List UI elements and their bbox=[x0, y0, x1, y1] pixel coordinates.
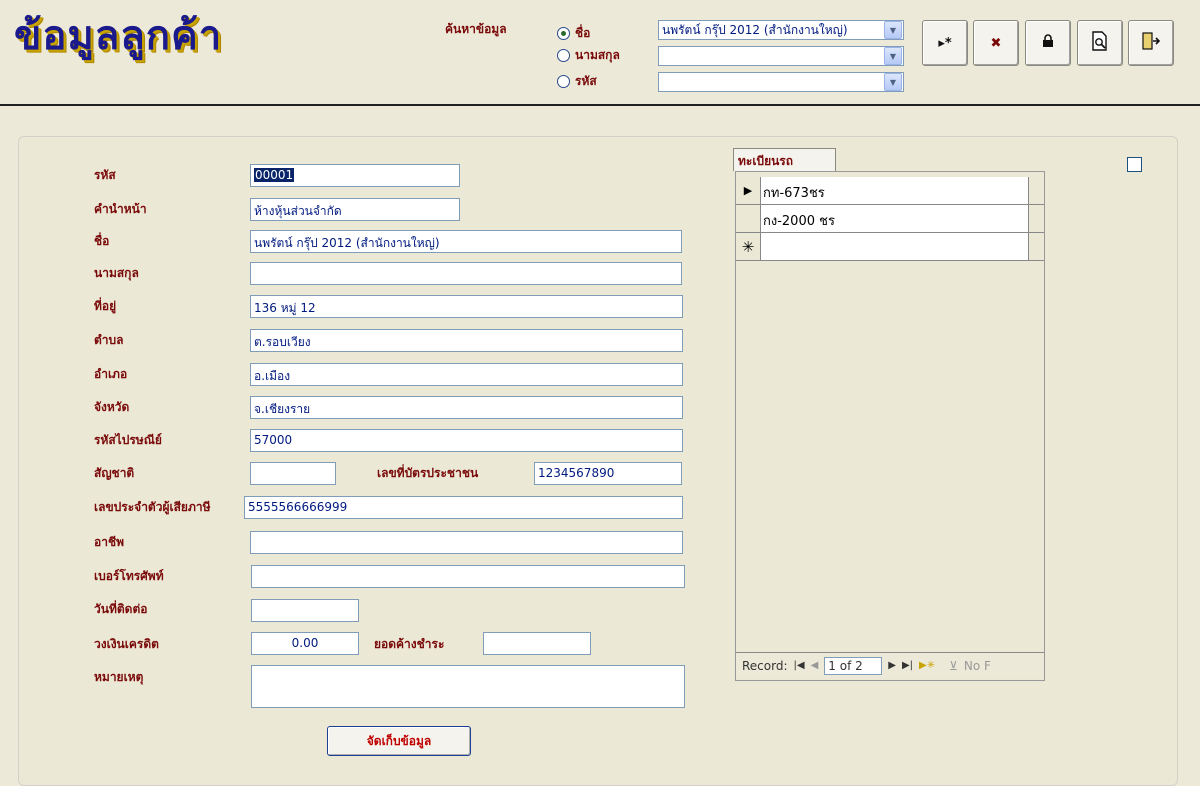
save-button[interactable]: จัดเก็บข้อมูล bbox=[327, 726, 471, 756]
record-selector[interactable] bbox=[736, 205, 761, 232]
code-field[interactable]: 00001 bbox=[250, 164, 460, 187]
search-label: ค้นหาข้อมูล bbox=[445, 22, 507, 36]
checkbox[interactable] bbox=[1127, 157, 1142, 172]
name-label: ชื่อ bbox=[94, 234, 110, 248]
search-by-name-radio[interactable]: ชื่อ bbox=[557, 24, 590, 43]
chevron-down-icon[interactable]: ▼ bbox=[884, 73, 902, 91]
header-divider bbox=[0, 104, 1200, 106]
search-by-surname-radio[interactable]: นามสกุล bbox=[557, 46, 620, 65]
taxid-label: เลขประจำตัวผู้เสียภาษี bbox=[94, 500, 211, 514]
lock-button[interactable] bbox=[1025, 20, 1071, 66]
code-value: 00001 bbox=[254, 168, 295, 182]
nationality-field[interactable] bbox=[250, 462, 336, 485]
new-record-row[interactable]: ✳ bbox=[736, 233, 1044, 261]
note-field[interactable] bbox=[251, 665, 685, 708]
row-value[interactable]: กท-673ชร bbox=[761, 177, 1029, 204]
credit-field[interactable]: 0.00 bbox=[251, 632, 359, 655]
radio-label: นามสกุล bbox=[575, 48, 620, 62]
exit-icon bbox=[1141, 31, 1161, 55]
name-field[interactable]: นพรัตน์ กรุ๊ป 2012 (สำนักงานใหญ่) bbox=[250, 230, 682, 253]
district-field[interactable]: อ.เมือง bbox=[250, 363, 683, 386]
print-preview-icon bbox=[1091, 31, 1109, 55]
chevron-down-icon[interactable]: ▼ bbox=[884, 21, 902, 39]
new-row-asterisk-icon: ✳ bbox=[736, 233, 761, 260]
nationality-label: สัญชาติ bbox=[94, 466, 135, 480]
radio-checked-icon[interactable] bbox=[557, 27, 570, 40]
vehicle-registration-subform: ▶ กท-673ชร กง-2000 ชร ✳ bbox=[735, 171, 1045, 681]
balance-label: ยอดค้างชำระ bbox=[374, 637, 445, 651]
search-name-combo[interactable]: นพรัตน์ กรุ๊ป 2012 (สำนักงานใหญ่) ▼ bbox=[658, 20, 904, 40]
taxid-field[interactable]: 5555566666999 bbox=[244, 496, 683, 519]
occupation-field[interactable] bbox=[250, 531, 683, 554]
radio-label: รหัส bbox=[575, 74, 597, 88]
contact-date-label: วันที่ติดต่อ bbox=[94, 602, 148, 616]
current-record-icon: ▶ bbox=[736, 177, 761, 204]
last-record-icon[interactable]: ▶| bbox=[902, 660, 913, 671]
idcard-field[interactable]: 1234567890 bbox=[534, 462, 682, 485]
radio-label: ชื่อ bbox=[575, 26, 591, 40]
radio-unchecked-icon[interactable] bbox=[557, 49, 570, 62]
postcode-label: รหัสไปรษณีย์ bbox=[94, 433, 162, 447]
chevron-down-icon[interactable]: ▼ bbox=[884, 47, 902, 65]
next-record-icon[interactable]: ▶ bbox=[888, 660, 896, 671]
new-row-value[interactable] bbox=[761, 233, 1029, 260]
postcode-field[interactable]: 57000 bbox=[250, 429, 683, 452]
surname-field[interactable] bbox=[250, 262, 682, 285]
surname-label: นามสกุล bbox=[94, 266, 139, 280]
print-preview-button[interactable] bbox=[1077, 20, 1123, 66]
new-record-nav-icon[interactable]: ▶✳ bbox=[919, 660, 935, 671]
previous-record-icon[interactable]: ◀ bbox=[811, 660, 819, 671]
vehicle-registration-tab[interactable]: ทะเบียนรถ bbox=[733, 148, 836, 171]
record-label: Record: bbox=[742, 658, 788, 673]
lock-icon bbox=[1042, 34, 1054, 52]
district-label: อำเภอ bbox=[94, 367, 128, 381]
balance-field[interactable] bbox=[483, 632, 591, 655]
phone-field[interactable] bbox=[251, 565, 685, 588]
row-value[interactable]: กง-2000 ชร bbox=[761, 205, 1029, 232]
record-position-field[interactable]: 1 of 2 bbox=[824, 656, 883, 675]
page-title: ข้อมูลลูกค้า bbox=[14, 12, 223, 59]
idcard-label: เลขที่บัตรประชาชน bbox=[377, 466, 479, 480]
radio-unchecked-icon[interactable] bbox=[557, 75, 570, 88]
credit-label: วงเงินเครดิต bbox=[94, 637, 159, 651]
delete-record-button[interactable]: ✖ bbox=[973, 20, 1019, 66]
contact-date-field[interactable] bbox=[251, 599, 359, 622]
table-row[interactable]: ▶ กท-673ชร bbox=[736, 177, 1044, 205]
prefix-label: คำนำหน้า bbox=[94, 202, 147, 216]
table-row[interactable]: กง-2000 ชร bbox=[736, 205, 1044, 233]
new-record-button[interactable]: ▸* bbox=[922, 20, 968, 66]
search-surname-combo[interactable]: ▼ bbox=[658, 46, 904, 66]
combo-value: นพรัตน์ กรุ๊ป 2012 (สำนักงานใหญ่) bbox=[662, 22, 848, 37]
code-label: รหัส bbox=[94, 168, 116, 182]
first-record-icon[interactable]: |◀ bbox=[794, 660, 805, 671]
record-navigation-bar: Record: |◀ ◀ 1 of 2 ▶ ▶| ▶✳ ⊻ No F bbox=[736, 652, 1044, 678]
province-label: จังหวัด bbox=[94, 400, 130, 414]
prefix-field[interactable]: ห้างหุ้นส่วนจำกัด bbox=[250, 198, 460, 221]
exit-button[interactable] bbox=[1128, 20, 1174, 66]
address-label: ที่อยู่ bbox=[94, 299, 117, 313]
phone-label: เบอร์โทรศัพท์ bbox=[94, 569, 164, 583]
filter-icon[interactable]: ⊻ bbox=[949, 659, 958, 673]
subdistrict-label: ตำบล bbox=[94, 333, 124, 347]
address-field[interactable]: 136 หมู่ 12 bbox=[250, 295, 683, 318]
search-by-code-radio[interactable]: รหัส bbox=[557, 72, 597, 91]
delete-record-icon: ✖ bbox=[990, 35, 1002, 51]
occupation-label: อาชีพ bbox=[94, 535, 124, 549]
search-code-combo[interactable]: ▼ bbox=[658, 72, 904, 92]
note-label: หมายเหตุ bbox=[94, 670, 144, 684]
new-record-icon: ▸* bbox=[938, 35, 952, 51]
subdistrict-field[interactable]: ต.รอบเวียง bbox=[250, 329, 683, 352]
filter-label: No F bbox=[963, 658, 991, 673]
province-field[interactable]: จ.เชียงราย bbox=[250, 396, 683, 419]
